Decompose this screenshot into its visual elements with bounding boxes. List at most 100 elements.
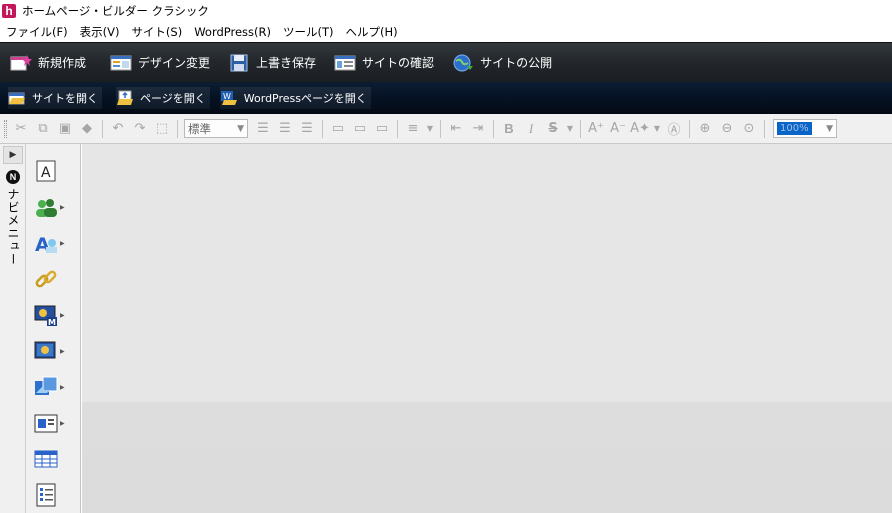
svg-text:A: A: [41, 165, 51, 181]
redo-icon[interactable]: ↷: [129, 118, 151, 140]
wordpress-page-icon: W: [220, 90, 238, 106]
strikethrough-icon[interactable]: S: [542, 118, 564, 140]
site-publish-label: サイトの公開: [480, 56, 553, 70]
valign-bottom-icon[interactable]: ▭: [371, 118, 393, 140]
palette-link-button[interactable]: [34, 264, 74, 294]
font-size-increase-icon[interactable]: A⁺: [585, 118, 607, 140]
list-icon: [34, 483, 58, 507]
new-page-icon: [10, 54, 32, 72]
globe-publish-icon: [452, 54, 474, 72]
open-page-button[interactable]: ページを開く: [116, 87, 210, 109]
cut-icon[interactable]: ✂: [10, 118, 32, 140]
design-change-button[interactable]: デザイン変更: [110, 48, 216, 78]
indent-icon[interactable]: ⇥: [467, 118, 489, 140]
expand-panel-button[interactable]: ▶: [3, 146, 23, 164]
monitor-media-icon: M: [34, 303, 58, 327]
site-check-button[interactable]: サイトの確認: [334, 48, 440, 78]
menu-help[interactable]: ヘルプ(H): [340, 22, 404, 42]
palette-table-button[interactable]: [34, 444, 74, 474]
separator: [440, 119, 441, 138]
open-page-icon: [116, 90, 134, 106]
separator: [764, 119, 765, 138]
navi-menu-tab: ▶ N ナビメニュー: [0, 144, 26, 513]
menu-file[interactable]: ファイル(F): [0, 22, 74, 42]
submenu-arrow-icon: ▶: [60, 239, 65, 247]
font-effect-icon[interactable]: A✦: [629, 118, 651, 140]
separator: [689, 119, 690, 138]
navi-badge-icon: N: [6, 170, 20, 184]
title-bar: h ホームページ・ビルダー クラシック: [0, 0, 892, 22]
slideshow-icon: [34, 375, 58, 399]
bullet-list-icon[interactable]: ≡: [402, 118, 424, 140]
palette-parts-button[interactable]: ▶: [34, 192, 74, 222]
image-picture-icon: [34, 339, 58, 363]
open-wordpress-page-label: WordPressページを開く: [243, 92, 367, 105]
format-toolbar: ✂ ⧉ ▣ ◆ ↶ ↷ ⬚ 標準 ▼ ☰ ☰ ☰ ▭ ▭ ▭ ≡ ▼ ⇤ ⇥ B…: [0, 114, 892, 144]
submenu-arrow-icon: ▶: [60, 311, 65, 319]
italic-icon[interactable]: I: [520, 118, 542, 140]
toolbar-grip[interactable]: [4, 119, 7, 138]
valign-top-icon[interactable]: ▭: [327, 118, 349, 140]
svg-text:M: M: [48, 318, 56, 327]
zoom-in-icon[interactable]: ⊕: [694, 118, 716, 140]
window-title: ホームページ・ビルダー クラシック: [22, 4, 209, 18]
zoom-reset-icon[interactable]: ⊙: [738, 118, 760, 140]
navi-menu-label[interactable]: ナビメニュー: [5, 188, 22, 266]
bold-icon[interactable]: B: [498, 118, 520, 140]
list-dropdown-icon[interactable]: ▼: [424, 118, 436, 140]
valign-middle-icon[interactable]: ▭: [349, 118, 371, 140]
design-icon: [110, 54, 132, 72]
font-effect-dropdown-icon[interactable]: ▼: [651, 118, 663, 140]
separator: [580, 119, 581, 138]
palette-logo-button[interactable]: A ▶: [34, 228, 74, 258]
separator: [102, 119, 103, 138]
save-label: 上書き保存: [256, 56, 317, 70]
app-logo-icon: h: [2, 4, 16, 18]
layout-frame-icon: [34, 411, 58, 435]
site-publish-button[interactable]: サイトの公開: [452, 48, 558, 78]
chevron-down-icon: ▼: [826, 123, 833, 134]
separator: [397, 119, 398, 138]
palette-list-button[interactable]: [34, 480, 74, 510]
palette-movie-button[interactable]: M ▶: [34, 300, 74, 330]
open-toolbar: サイトを開く ページを開く W WordPressページを開く: [0, 82, 892, 114]
font-color-icon[interactable]: Ⓐ: [663, 118, 685, 140]
copy-icon[interactable]: ⧉: [32, 118, 54, 140]
strike-dropdown-icon[interactable]: ▼: [564, 118, 576, 140]
open-page-label: ページを開く: [140, 92, 206, 105]
align-center-icon[interactable]: ☰: [274, 118, 296, 140]
align-left-icon[interactable]: ☰: [252, 118, 274, 140]
open-site-button[interactable]: サイトを開く: [8, 87, 102, 109]
save-button[interactable]: 上書き保存: [228, 48, 322, 78]
palette-text-button[interactable]: A: [34, 156, 74, 186]
editing-canvas[interactable]: [82, 144, 892, 513]
outdent-icon[interactable]: ⇤: [445, 118, 467, 140]
menu-wordpress[interactable]: WordPress(R): [188, 22, 277, 42]
text-box-icon: A: [34, 159, 58, 183]
open-wordpress-page-button[interactable]: W WordPressページを開く: [219, 87, 371, 109]
save-disk-icon: [228, 54, 250, 72]
zoom-select[interactable]: 100% ▼: [773, 119, 837, 138]
eraser-icon[interactable]: ◆: [76, 118, 98, 140]
font-size-decrease-icon[interactable]: A⁻: [607, 118, 629, 140]
paragraph-style-select[interactable]: 標準 ▼: [184, 119, 248, 138]
edit-properties-icon[interactable]: ⬚: [151, 118, 173, 140]
insert-palette: A ▶ A ▶ M ▶ ▶ ▶ ▶: [26, 144, 81, 513]
palette-layout-button[interactable]: ▶: [34, 408, 74, 438]
paste-icon[interactable]: ▣: [54, 118, 76, 140]
submenu-arrow-icon: ▶: [60, 203, 65, 211]
palette-image-button[interactable]: ▶: [34, 336, 74, 366]
undo-icon[interactable]: ↶: [107, 118, 129, 140]
palette-slideshow-button[interactable]: ▶: [34, 372, 74, 402]
menu-site[interactable]: サイト(S): [125, 22, 188, 42]
paragraph-style-value: 標準: [188, 121, 211, 136]
new-button[interactable]: 新規作成: [10, 48, 92, 78]
canvas-page-area[interactable]: [82, 144, 892, 402]
zoom-out-icon[interactable]: ⊖: [716, 118, 738, 140]
submenu-arrow-icon: ▶: [60, 383, 65, 391]
menu-view[interactable]: 表示(V): [74, 22, 126, 42]
site-check-icon: [334, 54, 356, 72]
align-right-icon[interactable]: ☰: [296, 118, 318, 140]
menu-tools[interactable]: ツール(T): [277, 22, 340, 42]
menu-bar: ファイル(F) 表示(V) サイト(S) WordPress(R) ツール(T)…: [0, 22, 892, 42]
